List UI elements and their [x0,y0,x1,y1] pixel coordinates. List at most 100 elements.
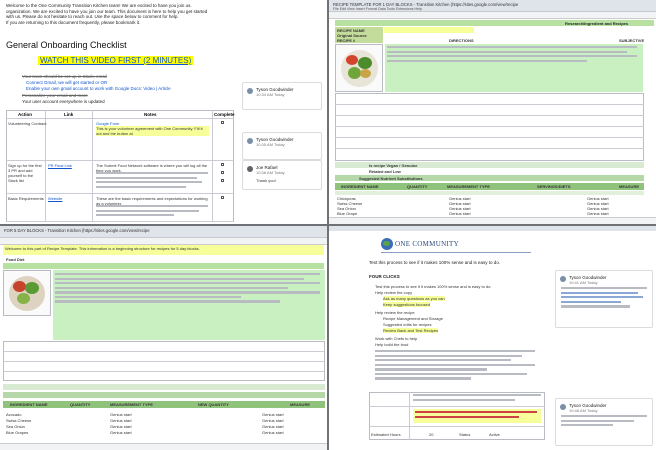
supported-row [3,392,325,398]
avatar [247,138,253,144]
one-community-doc-panel: ONE COMMUNITY Test this process to see i… [329,226,656,450]
sheet-menu-bar[interactable]: File Edit View Insert Format Data Tools … [333,7,422,11]
highlight-cell [413,409,541,423]
salad-bowl-image [346,55,358,65]
column-header: QUANTITY [407,184,428,189]
grid-line [3,361,325,362]
status-cell: Genius start [110,430,132,435]
sheet-tabs-bar[interactable] [0,443,327,450]
status-cell: Genius start [262,430,284,435]
note-text-lines [96,172,208,190]
table-header: Action [18,112,32,117]
logo-underline [381,252,531,253]
complete-checkbox[interactable] [221,121,224,124]
comment-card[interactable]: Tyson Goodwinder 10:48 AM Today [555,398,653,446]
ingredient-name[interactable]: Blue Grape [337,211,357,216]
ingredient-name[interactable]: Sea Onion [6,424,25,429]
recipe-photo [3,270,51,316]
comment-card[interactable]: Tyson Goodwinder 10:34 AM Today [242,82,322,110]
grid-line [335,137,644,138]
table-link[interactable]: Website [48,196,62,201]
globe-logo-icon [381,238,393,250]
table-link[interactable]: PR Final Link [48,163,72,168]
column-header: QUANTITY [70,402,91,407]
complete-checkbox[interactable] [221,179,224,182]
salad-bowl-image [358,57,372,69]
table-text-lines [415,411,537,420]
column-header: MEASUREMENT TYPE [447,184,490,189]
table-divider [369,406,545,407]
recipe-photo [335,44,383,92]
table-divider [6,118,234,119]
field-label: RECIPE # [337,38,356,43]
comment-body: Thank you! [256,178,276,183]
comment-card[interactable]: Tyson Goodwinder 10:41 AM Today [555,270,653,328]
section-label: FOUR CLICKS [369,274,400,279]
directions-text-lines [387,46,637,64]
field-label: SUBJECTIVE [619,38,645,43]
status-cell: Genius start [110,412,132,417]
complete-checkbox[interactable] [221,163,224,166]
task-item: Help review the copy [375,290,413,295]
task-subitem: Ask as many questions as you can [383,296,445,301]
status-cell: Genius start [110,424,132,429]
comment-time: 10:41 AM Today [569,280,598,285]
complete-checkbox[interactable] [221,196,224,199]
vegan-label: Is recipe Vegan / Genuine [369,162,418,168]
status-cell: Genius start [262,412,284,417]
formula-bar[interactable] [329,12,656,19]
status-cell: Genius start [110,418,132,423]
ingredient-name[interactable]: Blue Grapes [6,430,28,435]
bullet-item: Personalize your email and more [22,93,88,98]
logo-text: ONE COMMUNITY [395,240,459,248]
complete-checkbox[interactable] [221,171,224,174]
window-top-bar [329,226,656,231]
title-strip [3,263,324,269]
table-note: This is your volunteer agreement with On… [96,125,209,136]
page-title: General Onboarding Checklist [6,40,127,50]
comment-card[interactable]: Joe Rafael 10:38 AM Today Thank you! [242,160,322,190]
sheet-title: Research/Ingredient and Recipes [565,20,629,26]
grid-line [335,126,644,127]
globe-land [383,241,390,246]
ingredient-name[interactable]: Swiss Cheese [6,418,31,423]
directions-cell[interactable] [385,44,643,92]
status-label: Status [459,432,471,437]
formula-bar[interactable] [0,238,327,245]
bullet-item[interactable]: Enable your own gmail account to work wi… [26,86,171,91]
ingredient-name[interactable]: Avocado [6,412,22,417]
footer-value[interactable]: 20 [429,432,433,437]
table-col-divider [92,110,93,222]
related-label: Related and Low [369,169,401,174]
note-text-lines [96,205,208,219]
vegan-row [3,384,325,390]
intro-text: Test this process to see if it makes 100… [369,260,501,265]
header-note: Welcome to this part of Recipe Template.… [5,246,200,251]
status-value[interactable]: Active [489,432,500,437]
task-subitem: Suggested edits for recipes [383,322,432,327]
comment-card[interactable]: Tyson Goodwinder 10:35 AM Today [242,132,322,160]
table-cell: Basic Requirements [8,196,44,201]
bullet-item[interactable]: Connect Gmail, we will get started or OR [26,80,107,85]
status-cell: Genius start [262,418,284,423]
recipe-name-cell[interactable] [384,27,474,33]
salad-bowl-image [360,69,371,78]
directions-cell[interactable] [53,270,325,340]
directions-text-lines [55,273,320,305]
avatar [247,88,253,94]
grid-line [335,104,644,105]
field-label: DIRECTIONS [449,38,474,43]
task-item: Help review the recipe [375,310,415,315]
comment-time: 10:38 AM Today [256,170,285,175]
sheet-tabs-bar[interactable] [329,217,656,224]
recipe-sheet-panel: RECIPE TEMPLATE FOR 1 DAY BLOCKS - Trans… [329,0,656,224]
subheader-row [335,191,644,195]
intro-line: Welcome to the One Community Transition … [6,3,192,8]
table-cell: Volunteering Contract [8,121,47,126]
table-col-divider [45,110,46,222]
watch-video-link[interactable]: WATCH THIS VIDEO FIRST (2 MINUTES) [38,56,194,65]
intro-line: organization. We are excited to have you… [6,8,208,14]
bullet-item: Your user account everywhere is updated [22,99,105,104]
comment-time: 10:34 AM Today [256,92,285,97]
table-header: Notes [144,112,157,117]
